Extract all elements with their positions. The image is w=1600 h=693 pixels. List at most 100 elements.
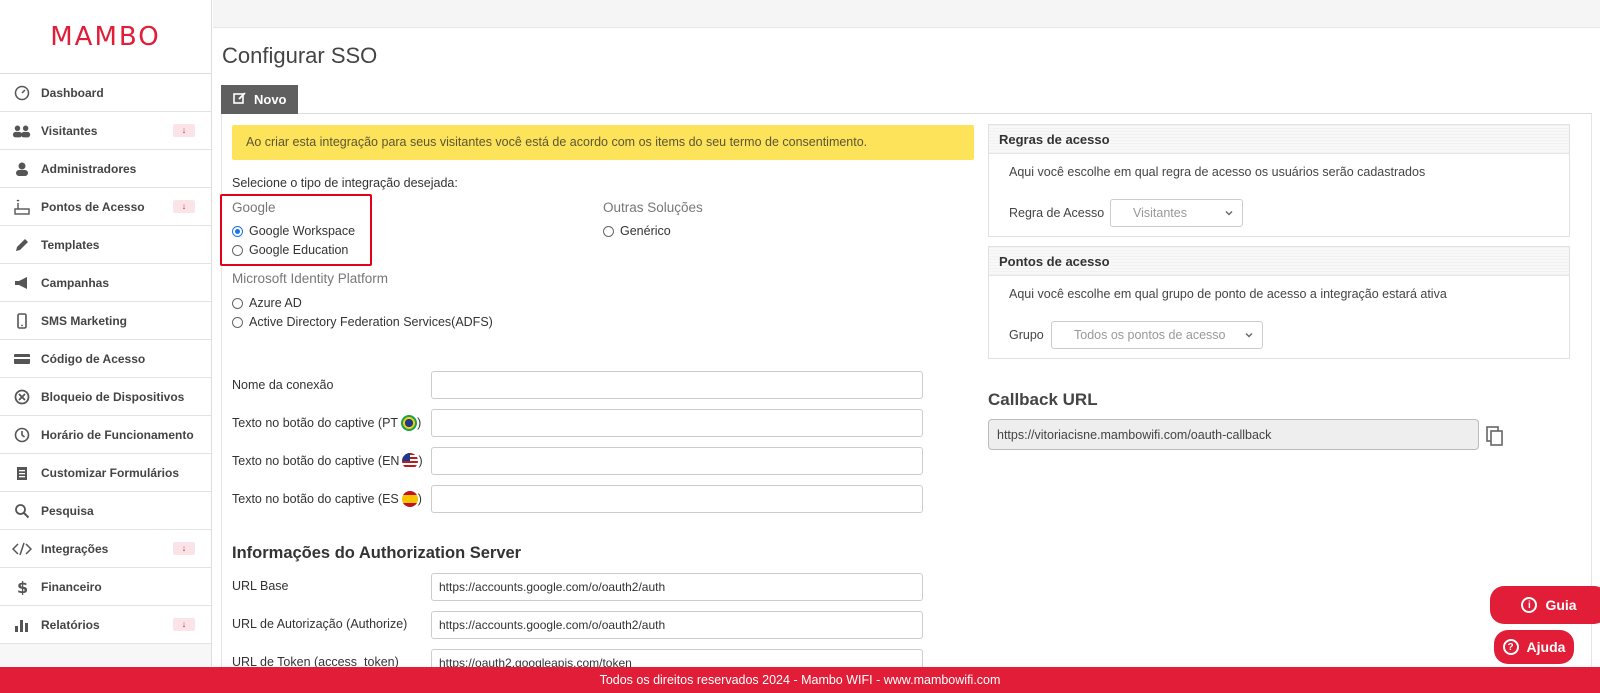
radio-label: Genérico xyxy=(620,224,671,238)
phone-icon xyxy=(12,312,32,330)
access-rule-select[interactable]: Visitantes xyxy=(1110,199,1243,227)
users-icon xyxy=(12,122,32,140)
sidebar-item-relat-rios[interactable]: Relatórios ↓ xyxy=(0,606,211,644)
top-bar xyxy=(213,0,1600,28)
user-icon xyxy=(12,160,32,178)
url-base-input[interactable] xyxy=(431,573,923,601)
expand-badge[interactable]: ↓ xyxy=(173,542,195,555)
block-icon xyxy=(12,388,32,406)
authorize-url-input[interactable] xyxy=(431,611,923,639)
tab-new-label: Novo xyxy=(254,92,287,107)
expand-badge[interactable]: ↓ xyxy=(173,200,195,213)
megaphone-icon xyxy=(12,274,32,292)
captive-en-input[interactable] xyxy=(431,447,923,475)
sidebar-item-sms-marketing[interactable]: SMS Marketing xyxy=(0,302,211,340)
sidebar-item-label: Relatórios xyxy=(41,617,100,632)
sidebar-item-pesquisa[interactable]: Pesquisa xyxy=(0,492,211,530)
consent-alert: Ao criar esta integração para seus visit… xyxy=(232,125,974,160)
code-icon xyxy=(12,540,32,558)
sidebar-item-label: Bloqueio de Dispositivos xyxy=(41,389,185,404)
captive-es-input[interactable] xyxy=(431,485,923,513)
logo-text: MAMBO xyxy=(50,21,161,52)
radio-azure-ad[interactable]: Azure AD xyxy=(232,296,302,310)
guide-button[interactable]: i Guia xyxy=(1490,586,1600,624)
radio-button[interactable] xyxy=(232,316,243,328)
footer: Todos os direitos reservados 2024 - Mamb… xyxy=(0,667,1600,693)
access-rule-value: Visitantes xyxy=(1133,206,1187,220)
captive-en-close: ) xyxy=(418,454,423,468)
gauge-icon xyxy=(12,84,32,102)
captive-pt-text: Texto no botão do captive (PT xyxy=(232,416,399,430)
authorize-url-label: URL de Autorização (Authorize) xyxy=(232,617,408,631)
sidebar-item-c-digo-de-acesso[interactable]: Código de Acesso xyxy=(0,340,211,378)
pencil-icon xyxy=(12,236,32,254)
brand-logo[interactable]: MAMBO xyxy=(0,0,211,74)
sidebar-item-financeiro[interactable]: $ Financeiro xyxy=(0,568,211,606)
captive-es-label: Texto no botão do captive (ES ) xyxy=(232,491,422,507)
sidebar-item-label: Pontos de Acesso xyxy=(41,199,145,214)
sidebar-item-label: Visitantes xyxy=(41,123,98,138)
sidebar-item-label: Templates xyxy=(41,237,100,252)
access-rules-title: Regras de acesso xyxy=(989,125,1569,154)
usa-flag-icon xyxy=(402,453,419,469)
svg-text:$: $ xyxy=(17,579,28,595)
sidebar-item-integra-es[interactable]: Integrações ↓ xyxy=(0,530,211,568)
sidebar-item-label: Customizar Formulários xyxy=(41,465,180,480)
radio-label: Active Directory Federation Services(ADF… xyxy=(249,315,493,329)
group-select[interactable]: Todos os pontos de acesso xyxy=(1051,321,1263,349)
dollar-icon: $ xyxy=(12,578,32,596)
tab-bar: Novo xyxy=(221,85,1592,114)
sidebar-item-pontos-de-acesso[interactable]: Pontos de Acesso ↓ xyxy=(0,188,211,226)
radio-adfs[interactable]: Active Directory Federation Services(ADF… xyxy=(232,315,493,329)
sidebar-item-administradores[interactable]: Administradores xyxy=(0,150,211,188)
expand-badge[interactable]: ↓ xyxy=(173,124,195,137)
connection-name-input[interactable] xyxy=(431,371,923,399)
sidebar-item-customizar-formul-rios[interactable]: Customizar Formulários xyxy=(0,454,211,492)
sidebar-item-label: Financeiro xyxy=(41,579,102,594)
auth-server-title: Informações do Authorization Server xyxy=(232,544,522,562)
expand-badge[interactable]: ↓ xyxy=(173,618,195,631)
access-rules-description: Aqui você escolhe em qual regra de acess… xyxy=(1009,165,1426,179)
bar-chart-icon xyxy=(12,616,32,634)
guide-label: Guia xyxy=(1545,597,1577,613)
url-base-label: URL Base xyxy=(232,579,289,593)
radio-button[interactable] xyxy=(232,297,243,309)
captive-pt-close: ) xyxy=(417,416,422,430)
captive-es-close: ) xyxy=(417,492,422,506)
chevron-down-icon xyxy=(1224,208,1234,220)
sidebar-item-hor-rio-de-funcionamento[interactable]: Horário de Funcionamento xyxy=(0,416,211,454)
group-label: Grupo xyxy=(1009,328,1044,342)
sidebar-item-dashboard[interactable]: Dashboard xyxy=(0,74,211,112)
copy-icon[interactable] xyxy=(1485,425,1505,447)
sidebar-item-bloqueio-de-dispositivos[interactable]: Bloqueio de Dispositivos xyxy=(0,378,211,416)
sidebar-item-campanhas[interactable]: Campanhas xyxy=(0,264,211,302)
sidebar-item-visitantes[interactable]: Visitantes ↓ xyxy=(0,112,211,150)
spain-flag-icon xyxy=(401,491,418,507)
other-group-title: Outras Soluções xyxy=(603,200,703,215)
sidebar-item-label: Horário de Funcionamento xyxy=(41,427,194,442)
card-icon xyxy=(12,350,32,368)
group-value: Todos os pontos de acesso xyxy=(1074,328,1226,342)
tab-new[interactable]: Novo xyxy=(221,85,298,114)
sidebar-item-label: SMS Marketing xyxy=(41,313,128,328)
sidebar-item-label: Administradores xyxy=(41,161,137,176)
sidebar-item-templates[interactable]: Templates xyxy=(0,226,211,264)
sidebar-item-label: Campanhas xyxy=(41,275,110,290)
access-points-description: Aqui você escolhe em qual grupo de ponto… xyxy=(1009,287,1447,301)
radio-generic[interactable]: Genérico xyxy=(603,224,671,238)
sidebar-item-label: Dashboard xyxy=(41,85,104,100)
help-label: Ajuda xyxy=(1526,639,1566,655)
captive-pt-input[interactable] xyxy=(431,409,923,437)
clock-icon xyxy=(12,426,32,444)
captive-pt-label: Texto no botão do captive (PT ) xyxy=(232,415,421,431)
connection-name-label: Nome da conexão xyxy=(232,378,334,392)
captive-en-label: Texto no botão do captive (EN ) xyxy=(232,453,423,469)
help-button[interactable]: ? Ajuda xyxy=(1494,630,1574,664)
brazil-flag-icon xyxy=(401,415,418,431)
chevron-down-icon xyxy=(1244,330,1254,342)
callback-url-field[interactable]: https://vitoriacisne.mambowifi.com/oauth… xyxy=(988,419,1479,450)
radio-button[interactable] xyxy=(603,225,614,237)
integration-prompt: Selecione o tipo de integração desejada: xyxy=(232,176,458,190)
captive-es-text: Texto no botão do captive (ES xyxy=(232,492,399,506)
radio-label: Azure AD xyxy=(249,296,302,310)
